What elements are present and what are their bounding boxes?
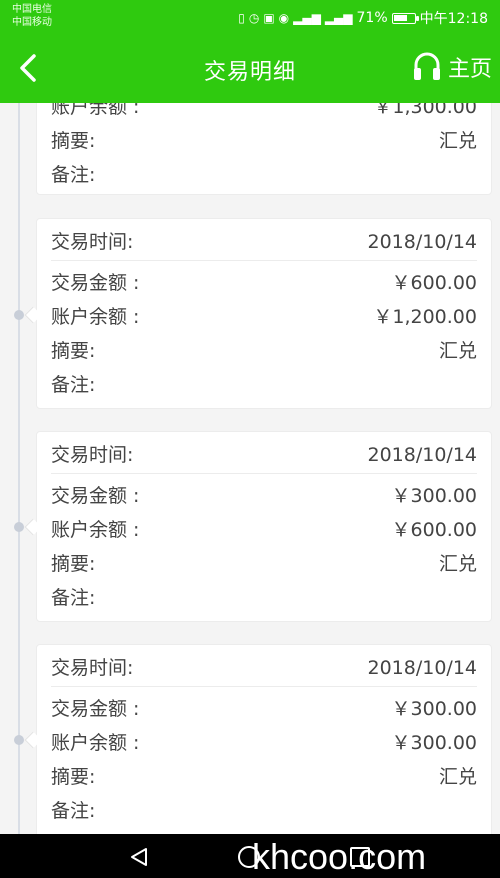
amount-label: 交易金额 :	[51, 698, 140, 720]
amount-label: 交易金额 :	[51, 485, 140, 507]
time-value: 2018/10/14	[367, 444, 477, 466]
transaction-card: 账户余额 : ￥1,300.00 摘要: 汇兑 备注:	[36, 103, 492, 195]
amount-label: 交易金额 :	[51, 272, 140, 294]
remark-label: 备注:	[51, 587, 96, 609]
time-value: 2018/10/14	[367, 657, 477, 679]
amount-value: ￥600.00	[391, 272, 477, 294]
summary-label: 摘要:	[51, 130, 96, 152]
carrier-info: 中国电信 中国移动	[12, 3, 52, 29]
summary-label: 摘要:	[51, 340, 96, 362]
summary-label: 摘要:	[51, 553, 96, 575]
summary-value: 汇兑	[438, 766, 477, 788]
remark-label: 备注:	[51, 164, 96, 186]
app-header: 交易明细 主页	[0, 34, 500, 103]
balance-label: 账户余额 :	[51, 732, 140, 754]
summary-label: 摘要:	[51, 766, 96, 788]
timeline-line	[18, 103, 20, 834]
home-button[interactable]: 主页	[412, 50, 492, 84]
remark-label: 备注:	[51, 800, 96, 822]
amount-value: ￥300.00	[391, 485, 477, 507]
balance-value: ￥1,300.00	[373, 103, 477, 118]
signal-4g-icon: ▂▄▆	[324, 11, 353, 25]
vibrate-icon: ▯	[238, 11, 245, 25]
transaction-card: 交易时间: 2018/10/14 交易金额 : ￥300.00 账户余额 : ￥…	[14, 644, 492, 834]
time-value: 2018/10/14	[367, 231, 477, 253]
transaction-card: 交易时间: 2018/10/14 交易金额 : ￥600.00 账户余额 : ￥…	[14, 218, 492, 409]
nav-back-icon[interactable]	[128, 846, 150, 868]
balance-label: 账户余额 :	[51, 103, 140, 118]
transaction-list[interactable]: 账户余额 : ￥1,300.00 摘要: 汇兑 备注: 交易时间: 2018/1…	[0, 103, 500, 834]
card-pointer	[24, 731, 42, 749]
eye-icon: ◉	[278, 11, 290, 25]
timeline-dot	[14, 735, 24, 745]
timeline-dot	[14, 310, 24, 320]
time-label: 交易时间:	[51, 444, 134, 466]
balance-value: ￥600.00	[391, 519, 477, 541]
home-label: 主页	[447, 57, 492, 82]
amount-value: ￥300.00	[391, 698, 477, 720]
status-bar: 中国电信 中国移动 ▯ ◷ ▣ ◉ ▂▄▆ ▂▄▆ 71% 中午12:18	[0, 0, 500, 34]
battery-icon	[391, 12, 419, 24]
time-label: 交易时间:	[51, 231, 134, 253]
balance-label: 账户余额 :	[51, 306, 140, 328]
alarm-icon: ◷	[248, 11, 260, 25]
card-pointer	[24, 518, 42, 536]
watermark: khcoo.com	[252, 836, 427, 877]
summary-value: 汇兑	[438, 130, 477, 152]
carrier-1: 中国电信	[12, 4, 52, 15]
summary-value: 汇兑	[438, 340, 477, 362]
status-icons: ▯ ◷ ▣ ◉ ▂▄▆ ▂▄▆ 71% 中午12:18	[238, 8, 488, 28]
balance-value: ￥1,200.00	[373, 306, 477, 328]
battery-percent: 71%	[356, 10, 388, 26]
summary-value: 汇兑	[438, 553, 477, 575]
carrier-2: 中国移动	[12, 17, 52, 28]
balance-label: 账户余额 :	[51, 519, 140, 541]
hd-icon: ▣	[263, 11, 275, 25]
time-label: 交易时间:	[51, 657, 134, 679]
signal-2g-icon: ▂▄▆	[293, 11, 321, 25]
clock: 中午12:18	[419, 11, 488, 27]
card-pointer	[24, 306, 42, 324]
headset-icon	[413, 52, 440, 80]
transaction-card: 交易时间: 2018/10/14 交易金额 : ￥300.00 账户余额 : ￥…	[14, 431, 492, 622]
timeline-dot	[14, 522, 24, 532]
remark-label: 备注:	[51, 374, 96, 396]
balance-value: ￥300.00	[391, 732, 477, 754]
